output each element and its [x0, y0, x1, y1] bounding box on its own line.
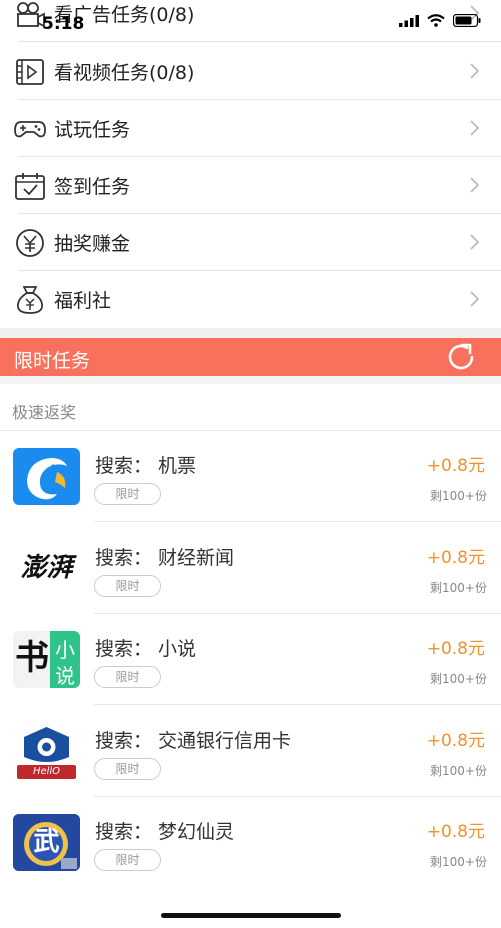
battery-icon — [453, 14, 481, 27]
offer-reward: +0.8元 — [426, 822, 485, 842]
yen-coin-icon — [16, 229, 44, 257]
offer-title: 搜索： 交通银行信用卡 — [95, 730, 292, 752]
task-row-trial[interactable]: 试玩任务 — [0, 100, 501, 157]
task-row-video[interactable]: 看视频任务(0/8) — [0, 43, 501, 100]
offer-item[interactable]: 书 小 说 搜索： 小说 限时 +0.8元 剩100+份 — [0, 614, 501, 705]
task-label: 签到任务 — [54, 176, 131, 198]
offer-remaining: 剩100+份 — [430, 764, 487, 778]
limited-tag: 限时 — [94, 483, 161, 505]
chevron-right-icon — [470, 291, 480, 307]
pengpai-app-icon: 澎湃 — [13, 540, 80, 597]
offer-reward: +0.8元 — [426, 731, 485, 751]
task-label: 抽奖赚金 — [54, 233, 131, 255]
offer-item[interactable]: 澎湃 搜索： 财经新闻 限时 +0.8元 剩100+份 — [0, 523, 501, 614]
offer-title: 搜索： 财经新闻 — [95, 547, 235, 569]
task-row-checkin[interactable]: 签到任务 — [0, 157, 501, 214]
offer-item[interactable]: 搜索： 机票 限时 +0.8元 剩100+份 — [0, 431, 501, 522]
signal-icon — [399, 14, 419, 27]
offer-reward: +0.8元 — [426, 548, 485, 568]
offer-reward: +0.8元 — [426, 456, 485, 476]
offer-reward: +0.8元 — [426, 639, 485, 659]
offer-remaining: 剩100+份 — [430, 489, 487, 503]
game-app-icon: 武 — [13, 814, 80, 871]
offer-item[interactable]: HellO 搜索： 交通银行信用卡 限时 +0.8元 剩100+份 — [0, 706, 501, 797]
section-gap — [0, 376, 501, 384]
task-label: 试玩任务 — [54, 119, 131, 141]
wifi-icon — [427, 14, 445, 27]
offer-item[interactable]: 武 搜索： 梦幻仙灵 限时 +0.8元 剩100+份 — [0, 797, 501, 888]
money-bag-icon — [17, 286, 43, 314]
chevron-right-icon — [470, 177, 480, 193]
calendar-check-icon — [15, 173, 45, 200]
offer-title: 搜索： 小说 — [95, 638, 197, 660]
status-time: 5:18 — [42, 14, 85, 34]
offer-title: 搜索： 机票 — [95, 455, 197, 477]
chevron-right-icon — [470, 120, 480, 136]
limited-tag: 限时 — [94, 575, 161, 597]
offer-remaining: 剩100+份 — [430, 855, 487, 869]
section-label: 极速返奖 — [12, 403, 77, 422]
offer-remaining: 剩100+份 — [430, 581, 487, 595]
task-row-welfare[interactable]: 福利社 — [0, 271, 501, 328]
novel-app-icon: 书 小 说 — [13, 631, 80, 688]
dolphin-app-icon — [13, 448, 80, 505]
status-bar: 5:18 — [0, 0, 501, 44]
chevron-right-icon — [470, 234, 480, 250]
section-gap — [0, 328, 501, 338]
home-indicator — [161, 913, 341, 918]
status-icons — [399, 14, 481, 27]
chevron-right-icon — [470, 63, 480, 79]
divider — [94, 704, 501, 705]
limited-tag: 限时 — [94, 666, 161, 688]
task-label: 看视频任务(0/8) — [54, 62, 195, 84]
bank-app-icon: HellO — [13, 723, 80, 780]
video-icon — [16, 59, 44, 85]
limited-tag: 限时 — [94, 758, 161, 780]
offer-title: 搜索： 梦幻仙灵 — [95, 821, 235, 843]
divider — [94, 521, 501, 522]
task-label: 福利社 — [54, 290, 112, 312]
refresh-icon[interactable] — [445, 342, 477, 372]
limited-task-bar: 限时任务 — [0, 338, 501, 376]
limited-task-title: 限时任务 — [14, 350, 91, 372]
limited-tag: 限时 — [94, 849, 161, 871]
task-row-lottery[interactable]: 抽奖赚金 — [0, 214, 501, 271]
offer-remaining: 剩100+份 — [430, 672, 487, 686]
gamepad-icon — [14, 121, 46, 138]
